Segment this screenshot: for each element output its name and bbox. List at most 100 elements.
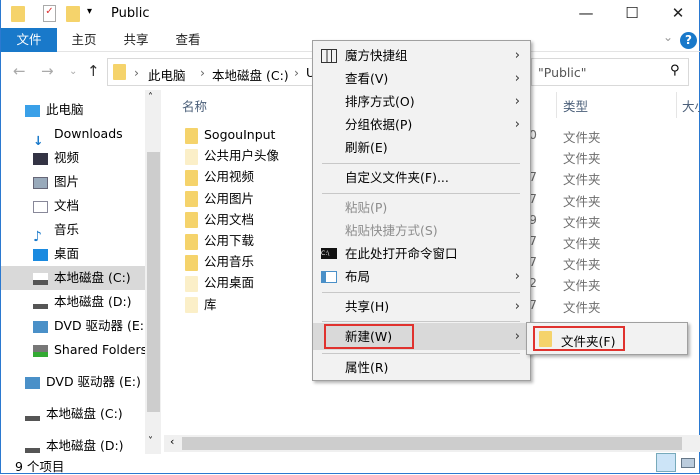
- sidebar-item-music[interactable]: ♪ 音乐: [1, 218, 145, 242]
- tab-share[interactable]: 共享: [113, 28, 159, 52]
- file-row[interactable]: 公用图片: [185, 188, 254, 209]
- sidebar-item-dvd-drive[interactable]: DVD 驱动器 (E:): [1, 314, 145, 338]
- menu-item-customize-folder[interactable]: 自定义文件夹(F)...: [313, 167, 530, 189]
- file-type: 文件夹: [563, 193, 601, 209]
- file-type: 文件夹: [563, 299, 601, 315]
- close-button[interactable]: ✕: [655, 4, 700, 22]
- drive-icon: [33, 296, 48, 309]
- new-submenu: 文件夹(F): [526, 322, 688, 355]
- column-header-size[interactable]: 大小: [682, 96, 700, 115]
- context-menu: 魔方快捷组 › 查看(V) › 排序方式(O) › 分组依据(P) › 刷新(E) 自定…: [312, 40, 531, 381]
- properties-icon[interactable]: ✓: [43, 5, 56, 22]
- navigation-pane: 此电脑 ↓ Downloads 视频 图片 文档 ♪ 音乐 桌面 本地磁盘 (C:)…: [1, 90, 145, 454]
- sidebar-item-documents[interactable]: 文档: [1, 194, 145, 218]
- file-name: 公用图片: [204, 190, 255, 206]
- sidebar-item-desktop[interactable]: 桌面: [1, 242, 145, 266]
- drive-icon: [25, 408, 40, 421]
- sidebar-item-c-drive-root[interactable]: 本地磁盘 (C:): [1, 402, 145, 426]
- file-name: 公共用户头像: [204, 148, 280, 164]
- computer-icon: [25, 104, 40, 117]
- menu-item-group[interactable]: 分组依据(P) ›: [313, 114, 530, 136]
- search-icon[interactable]: ⚲: [670, 63, 680, 78]
- forward-icon[interactable]: →: [41, 62, 54, 80]
- dvd-icon: [33, 320, 48, 333]
- menu-item-open-command-window[interactable]: 在此处打开命令窗口: [313, 243, 530, 265]
- menu-item-sort[interactable]: 排序方式(O) ›: [313, 91, 530, 113]
- file-row[interactable]: 公用视频: [185, 166, 254, 187]
- menu-item-mofang[interactable]: 魔方快捷组 ›: [313, 45, 530, 67]
- sidebar-item-pictures[interactable]: 图片: [1, 170, 145, 194]
- large-icons-view-button[interactable]: [681, 458, 695, 468]
- sidebar-item-downloads[interactable]: ↓ Downloads: [1, 122, 145, 146]
- file-name: 公用文档: [204, 211, 255, 227]
- column-header-name[interactable]: 名称: [182, 96, 207, 115]
- highlight-box-new: [324, 324, 414, 349]
- search-input[interactable]: "Public" ⚲: [531, 58, 689, 86]
- tab-file[interactable]: 文件: [1, 28, 57, 52]
- expand-ribbon-icon[interactable]: ⌄: [663, 30, 673, 44]
- column-header-type[interactable]: 类型: [563, 96, 588, 115]
- dvd-icon: [25, 376, 40, 389]
- minimize-button[interactable]: —: [563, 4, 609, 22]
- sidebar-scroll-thumb[interactable]: [147, 152, 160, 412]
- file-row[interactable]: 公用文档: [185, 209, 254, 230]
- download-icon: ↓: [33, 132, 44, 147]
- file-row[interactable]: 公用桌面: [185, 272, 254, 293]
- menu-item-paste-shortcut[interactable]: 粘贴快捷方式(S): [313, 220, 530, 242]
- tab-home[interactable]: 主页: [61, 28, 107, 52]
- breadcrumb-this-pc[interactable]: 此电脑: [148, 65, 186, 84]
- file-name: 库: [204, 296, 217, 312]
- folder-icon: [185, 191, 198, 208]
- sidebar-item-this-pc[interactable]: 此电脑: [1, 98, 145, 122]
- folder-icon: [185, 212, 198, 229]
- file-row[interactable]: SogouInput: [185, 124, 275, 145]
- title-bar: ✓ ▾ Public — ☐ ✕: [1, 0, 700, 28]
- folder-icon: [113, 64, 126, 80]
- folder-icon: [185, 275, 198, 292]
- menu-item-properties[interactable]: 属性(R): [313, 357, 530, 379]
- folder-icon: [185, 254, 198, 271]
- submenu-item-new-folder[interactable]: 文件夹(F): [561, 331, 615, 350]
- sidebar-item-d-drive-root[interactable]: 本地磁盘 (D:): [1, 434, 145, 454]
- sidebar-item-c-drive[interactable]: 本地磁盘 (C:): [1, 266, 145, 290]
- music-icon: ♪: [33, 228, 42, 243]
- horizontal-scroll-thumb[interactable]: [182, 437, 682, 450]
- folder-icon: [185, 297, 198, 314]
- help-icon[interactable]: ?: [680, 32, 697, 49]
- sidebar-item-shared-folders[interactable]: Shared Folders: [1, 338, 145, 362]
- sidebar-item-dvd-drive-root[interactable]: DVD 驱动器 (E:) C: [1, 370, 145, 394]
- file-name: 公用视频: [204, 169, 255, 185]
- menu-item-layout[interactable]: 布局 ›: [313, 266, 530, 288]
- sidebar-item-videos[interactable]: 视频: [1, 146, 145, 170]
- file-row[interactable]: 公用下载: [185, 230, 254, 251]
- customize-toolbar-icon[interactable]: ▾: [87, 6, 92, 17]
- back-icon[interactable]: ←: [13, 62, 26, 80]
- search-placeholder: "Public": [538, 65, 587, 80]
- sidebar-item-d-drive[interactable]: 本地磁盘 (D:): [1, 290, 145, 314]
- recent-icon[interactable]: ⌄: [69, 66, 77, 77]
- menu-item-paste[interactable]: 粘贴(P): [313, 197, 530, 219]
- horizontal-scrollbar[interactable]: ‹: [164, 435, 700, 452]
- file-type: 文件夹: [563, 151, 601, 167]
- file-row[interactable]: 公共用户头像: [185, 145, 279, 166]
- new-folder-icon[interactable]: [66, 6, 80, 22]
- status-item-count: 9 个项目: [15, 459, 65, 474]
- file-type: 文件夹: [563, 172, 601, 188]
- network-drive-icon: [33, 344, 48, 357]
- document-icon: [33, 200, 48, 213]
- maximize-button[interactable]: ☐: [609, 4, 655, 22]
- file-row[interactable]: 公用音乐: [185, 251, 254, 272]
- up-icon[interactable]: ↑: [87, 62, 100, 80]
- desktop-icon: [33, 248, 48, 261]
- file-type: 文件夹: [563, 257, 601, 273]
- file-name: SogouInput: [204, 127, 276, 142]
- tab-view[interactable]: 查看: [165, 28, 211, 52]
- menu-item-share[interactable]: 共享(H) ›: [313, 296, 530, 318]
- file-row[interactable]: 库: [185, 294, 217, 315]
- file-name: 公用桌面: [204, 275, 255, 291]
- menu-item-refresh[interactable]: 刷新(E): [313, 137, 530, 159]
- menu-item-view[interactable]: 查看(V) ›: [313, 68, 530, 90]
- breadcrumb-c-drive[interactable]: 本地磁盘 (C:): [212, 65, 289, 84]
- folder-icon: [185, 127, 198, 144]
- details-view-button[interactable]: [656, 453, 676, 472]
